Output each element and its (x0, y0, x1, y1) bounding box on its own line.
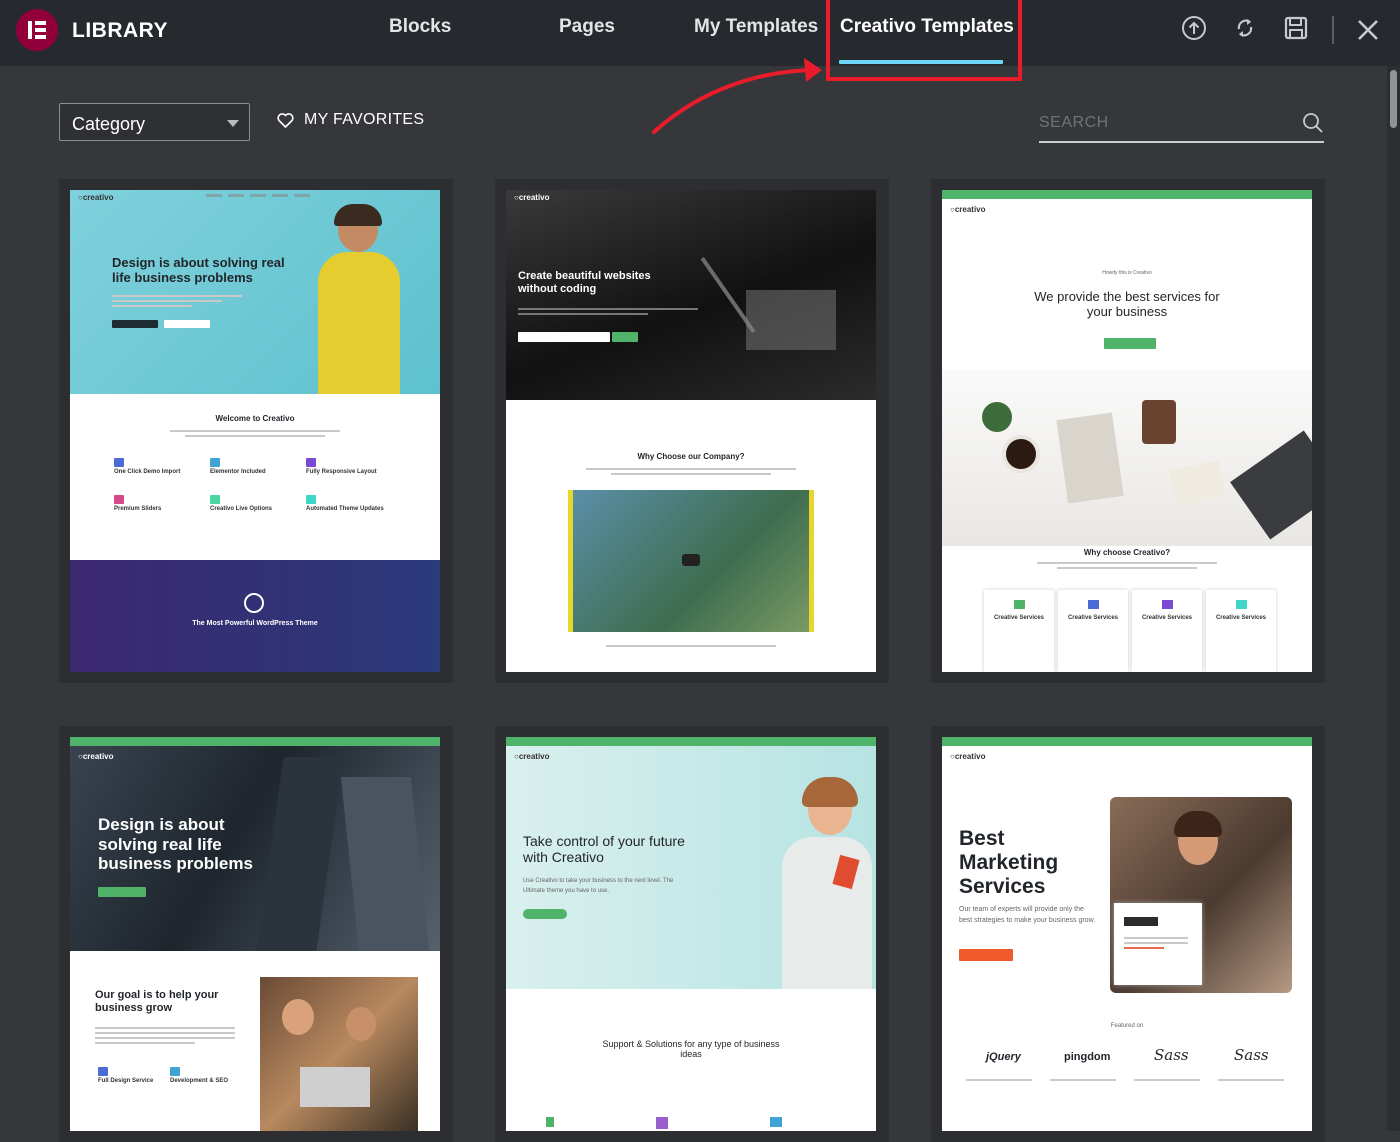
elementor-logo (16, 9, 58, 51)
service-label: Creative Services (1215, 615, 1267, 621)
tab-blocks[interactable]: Blocks (389, 16, 451, 38)
template-preview: ○creativo Design is about solving real l… (70, 190, 440, 672)
scrollbar-thumb[interactable] (1390, 70, 1397, 128)
brand-logo: Sass (1154, 1046, 1189, 1064)
upload-icon (1182, 16, 1206, 40)
template-subtext: Our team of experts will provide only th… (959, 906, 1096, 924)
feature-label: Elementor Included (210, 469, 266, 475)
template-headline: We provide the best services for your bu… (1034, 289, 1220, 319)
close-icon (1358, 20, 1378, 40)
feature-label: One Click Demo Import (114, 469, 181, 475)
template-card-2[interactable]: ○creativo Create beautiful websites with… (495, 179, 889, 683)
feature-label: Creativo Live Options (210, 506, 273, 512)
my-favorites-label: MY FAVORITES (304, 111, 425, 128)
template-card-5[interactable]: ○creativo Take control of your future wi… (495, 726, 889, 1142)
template-card-1[interactable]: ○creativo Design is about solving real l… (59, 179, 453, 683)
feature-label: Development & SEO (170, 1078, 229, 1084)
category-select[interactable]: Category (59, 103, 250, 141)
scrollbar[interactable] (1387, 66, 1400, 1131)
chevron-down-icon (227, 120, 239, 127)
template-headline: Take control of your future with Creativ… (523, 833, 685, 866)
template-section-title: Welcome to Creativo (215, 414, 295, 423)
tab-my-templates[interactable]: My Templates (694, 16, 818, 38)
template-preview: ○creativo Design is about solving real l… (70, 737, 440, 1131)
feature-label: Fully Responsive Layout (306, 469, 377, 475)
tab-highlight-annotation (826, 0, 1022, 81)
brand-logo: jQuery (986, 1051, 1021, 1063)
template-section-title: Our goal is to help your business grow (95, 989, 219, 1014)
search-icon[interactable] (1302, 112, 1324, 134)
upload-button[interactable] (1180, 14, 1208, 42)
template-headline: Design is about solving real life busine… (98, 815, 253, 874)
search-input[interactable] (1039, 110, 1289, 136)
close-button[interactable] (1354, 13, 1382, 45)
template-card-4[interactable]: ○creativo Design is about solving real l… (59, 726, 453, 1142)
template-section-title: Why Choose our Company? (637, 452, 745, 461)
category-select-label: Category (72, 114, 146, 134)
template-headline: Best Marketing Services (959, 827, 1059, 899)
template-card-6[interactable]: ○creativo Best Marketing Services Our te… (931, 726, 1325, 1142)
template-preview: ○creativo Best Marketing Services Our te… (942, 737, 1312, 1131)
sync-icon (1237, 19, 1253, 37)
template-subtext: Use Creativo to take your business to th… (523, 878, 674, 894)
brand-logo: Sass (1234, 1046, 1269, 1064)
feature-label: Premium Sliders (114, 506, 162, 512)
save-icon (1284, 16, 1308, 40)
my-favorites-filter[interactable]: MY FAVORITES (277, 111, 424, 129)
template-section-title: Support & Solutions for any type of busi… (602, 1039, 780, 1060)
template-headline: Create beautiful websites without coding (518, 270, 651, 295)
save-button[interactable] (1282, 14, 1310, 42)
toolbar-divider (1332, 16, 1334, 44)
template-headline: Design is about solving real life busine… (112, 255, 285, 285)
feature-label: Full Design Service (98, 1078, 154, 1084)
template-footer-title: The Most Powerful WordPress Theme (192, 620, 318, 627)
template-preview: ○creativo Howdy this is Creativo We prov… (942, 190, 1312, 672)
service-label: Creative Services (1067, 615, 1119, 621)
library-header: LIBRARY Blocks Pages My Templates Creati… (0, 0, 1400, 66)
sync-button[interactable] (1231, 14, 1259, 42)
template-card-3[interactable]: ○creativo Howdy this is Creativo We prov… (931, 179, 1325, 683)
service-label: Creative Services (993, 615, 1045, 621)
service-label: Creative Services (1141, 615, 1193, 621)
elementor-logo-icon (28, 21, 46, 39)
brand-logo: pingdom (1064, 1051, 1111, 1063)
library-title: LIBRARY (72, 19, 169, 42)
feature-label: Automated Theme Updates (306, 506, 384, 512)
featured-label: Featured on (1110, 1023, 1144, 1029)
tab-pages[interactable]: Pages (559, 16, 615, 38)
template-preview: ○creativo Take control of your future wi… (506, 737, 876, 1131)
template-preview: ○creativo Create beautiful websites with… (506, 190, 876, 672)
template-section-title: Why choose Creativo? (1083, 548, 1171, 557)
heart-icon (277, 112, 294, 128)
search-box (1039, 108, 1324, 143)
